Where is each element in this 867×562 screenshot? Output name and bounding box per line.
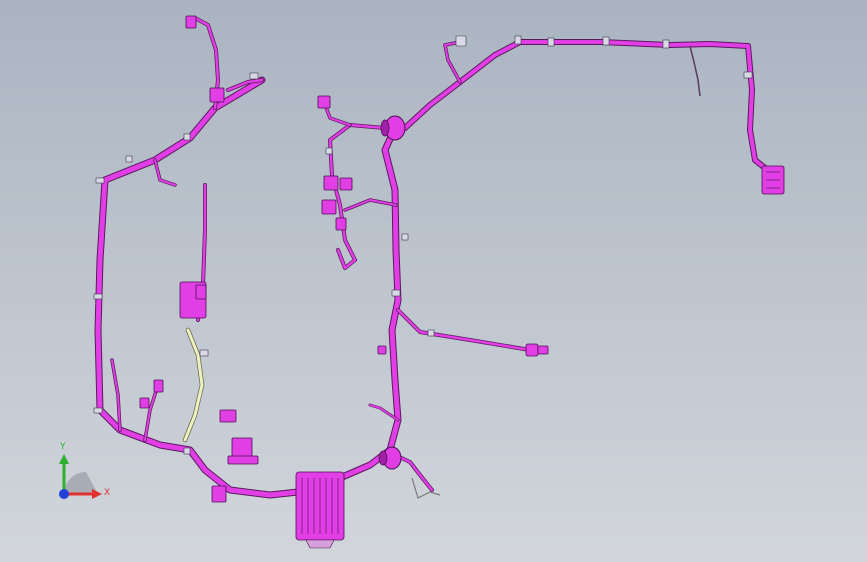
top-left-branch xyxy=(193,16,264,110)
wire-clips xyxy=(93,35,753,455)
connector-left-small-2[interactable] xyxy=(139,397,150,409)
x-axis-label: X xyxy=(104,488,111,498)
graphics-viewport[interactable]: .w { fill:none; stroke:#5a1a5e; stroke-l… xyxy=(0,0,867,562)
connector-upper-center-1[interactable] xyxy=(317,95,331,109)
connector-center-lower[interactable] xyxy=(219,409,237,423)
connector-top-left[interactable] xyxy=(185,15,197,29)
grommet-lower xyxy=(378,446,402,470)
z-axis-origin xyxy=(59,489,69,499)
connector-far-right[interactable] xyxy=(761,165,785,195)
wire-harness-model[interactable]: .w { fill:none; stroke:#5a1a5e; stroke-l… xyxy=(0,0,867,562)
y-axis-label: Y xyxy=(60,442,66,452)
grommet-upper xyxy=(380,115,406,141)
connector-center-small[interactable] xyxy=(377,345,387,355)
coordinate-triad: Y X xyxy=(46,436,126,516)
connector-top-center[interactable] xyxy=(455,35,467,47)
connector-bracket-lower[interactable] xyxy=(227,437,259,465)
lower-right-branch xyxy=(368,403,441,499)
connector-left-small-1[interactable] xyxy=(153,379,164,393)
right-long-branch xyxy=(402,39,773,175)
connector-bottom-left[interactable] xyxy=(211,485,227,503)
connector-upper-center-2[interactable] xyxy=(323,175,353,191)
right-middle-branch xyxy=(396,308,532,352)
connector-center-upper[interactable] xyxy=(179,281,207,319)
connector-right-middle[interactable] xyxy=(525,343,549,357)
connector-left-upper[interactable] xyxy=(209,87,225,103)
ecu-connector-box[interactable] xyxy=(295,471,345,549)
